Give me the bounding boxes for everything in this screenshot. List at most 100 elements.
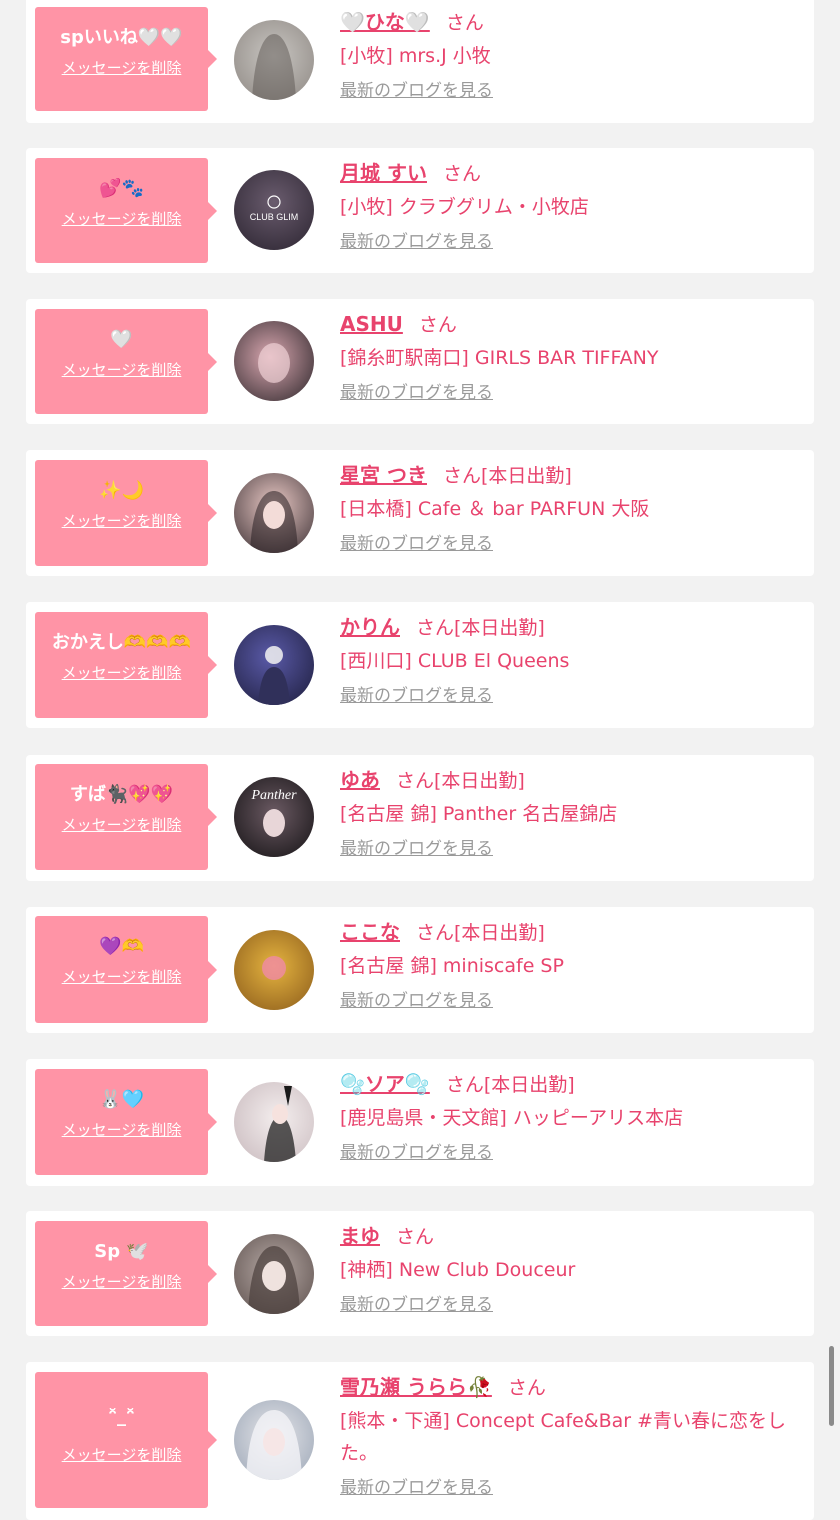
shop-label: [日本橋] Cafe ＆ bar PARFUN 大阪	[340, 498, 650, 520]
user-name-link[interactable]: 月城 すい	[340, 161, 427, 185]
user-name-link[interactable]: 🤍ひな🤍	[340, 10, 430, 34]
message-bubble: 💜🫶 メッセージを削除	[35, 916, 217, 1023]
shop-label: [名古屋 錦] Panther 名古屋錦店	[340, 803, 618, 825]
delete-message-link[interactable]: メッセージを削除	[35, 208, 208, 230]
shop-label: [神栖] New Club Douceur	[340, 1259, 576, 1281]
avatar[interactable]: Panther	[234, 777, 314, 857]
latest-blog-link[interactable]: 最新のブログを見る	[340, 1475, 800, 1501]
attendance-status: [本日出勤]	[483, 1074, 575, 1096]
info-block: 雪乃瀬 うらら🥀 さん [熊本・下通] Concept Cafe&Bar #青い春…	[340, 1369, 800, 1501]
info-block: ゆあ さん[本日出勤] [名古屋 錦] Panther 名古屋錦店 最新のブログを…	[340, 762, 800, 862]
message-card: すば🐈‍⬛💖💖 メッセージを削除 Panther ゆあ さん[本日出勤] [名古屋…	[26, 755, 814, 881]
info-block: 星宮 つき さん[本日出勤] [日本橋] Cafe ＆ bar PARFUN 大阪…	[340, 457, 800, 557]
info-block: 月城 すい さん [小牧] クラブグリム・小牧店 最新のブログを見る	[340, 155, 800, 255]
avatar[interactable]	[234, 625, 314, 705]
delete-message-link[interactable]: メッセージを削除	[35, 359, 208, 381]
message-text: すば🐈‍⬛💖💖	[69, 784, 174, 805]
delete-message-link[interactable]: メッセージを削除	[35, 1444, 208, 1466]
honorific-label: さん	[507, 1377, 546, 1399]
message-text: 💕🐾	[99, 178, 144, 199]
latest-blog-link[interactable]: 最新のブログを見る	[340, 1292, 800, 1318]
message-text: 💜🫶	[99, 936, 144, 957]
avatar[interactable]: CLUB GLIM	[234, 170, 314, 250]
user-name-link[interactable]: ASHU	[340, 312, 403, 336]
latest-blog-link[interactable]: 最新のブログを見る	[340, 836, 800, 862]
message-bubble: Sp 🕊️ メッセージを削除	[35, 1221, 217, 1326]
message-card: 💜🫶 メッセージを削除 ここな さん[本日出勤] [名古屋 錦] miniscaf…	[26, 907, 814, 1033]
avatar[interactable]	[234, 930, 314, 1010]
message-text: 🐰🩵	[99, 1089, 144, 1110]
shop-label: [西川口] CLUB El Queens	[340, 650, 570, 672]
attendance-status: [本日出勤]	[454, 617, 545, 639]
latest-blog-link[interactable]: 最新のブログを見る	[340, 531, 800, 557]
message-text: 🤍	[110, 329, 133, 350]
shop-label: [錦糸町駅南口] GIRLS BAR TIFFANY	[340, 347, 659, 369]
latest-blog-link[interactable]: 最新のブログを見る	[340, 683, 800, 709]
message-bubble: おかえし🫶🫶🫶 メッセージを削除	[35, 612, 217, 718]
message-text: ✨🌙	[99, 480, 144, 501]
message-text: おかえし🫶🫶🫶	[51, 632, 192, 653]
message-bubble: 🐰🩵 メッセージを削除	[35, 1069, 217, 1175]
latest-blog-link[interactable]: 最新のブログを見る	[340, 380, 800, 406]
attendance-status: [本日出勤]	[480, 465, 572, 487]
message-card: おかえし🫶🫶🫶 メッセージを削除 かりん さん[本日出勤] [西川口] CLUB …	[26, 602, 814, 728]
latest-blog-link[interactable]: 最新のブログを見る	[340, 988, 800, 1014]
shop-label: [名古屋 錦] miniscafe SP	[340, 955, 564, 977]
honorific-label: さん	[396, 1226, 435, 1248]
avatar[interactable]	[234, 321, 314, 401]
scrollbar-thumb[interactable]	[829, 1346, 834, 1426]
info-block: まゆ さん [神栖] New Club Douceur 最新のブログを見る	[340, 1218, 800, 1318]
message-card: spいいね🤍🤍 メッセージを削除 🤍ひな🤍 さん [小牧] mrs.J 小牧 最新…	[26, 0, 814, 123]
latest-blog-link[interactable]: 最新のブログを見る	[340, 78, 800, 104]
message-bubble: ᵔ̆_ᵔ̆ メッセージを削除	[35, 1372, 217, 1508]
user-name-link[interactable]: ここな	[340, 920, 400, 944]
avatar[interactable]	[234, 20, 314, 100]
info-block: ここな さん[本日出勤] [名古屋 錦] miniscafe SP 最新のブログを…	[340, 914, 800, 1014]
avatar[interactable]	[234, 1082, 314, 1162]
info-block: 🤍ひな🤍 さん [小牧] mrs.J 小牧 最新のブログを見る	[340, 4, 800, 104]
shop-label: [熊本・下通] Concept Cafe&Bar #青い春に恋をした。	[340, 1410, 787, 1464]
delete-message-link[interactable]: メッセージを削除	[35, 1119, 208, 1141]
message-text: Sp 🕊️	[94, 1241, 149, 1262]
info-block: ASHU さん [錦糸町駅南口] GIRLS BAR TIFFANY 最新のブログ…	[340, 306, 800, 406]
user-name-link[interactable]: 🫧ソア🫧	[340, 1072, 430, 1096]
user-name-link[interactable]: 星宮 つき	[340, 463, 427, 487]
user-name-link[interactable]: まゆ	[340, 1224, 380, 1248]
shop-label: [小牧] mrs.J 小牧	[340, 45, 491, 67]
info-block: 🫧ソア🫧 さん[本日出勤] [鹿児島県・天文館] ハッピーアリス本店 最新のブログ…	[340, 1066, 800, 1166]
delete-message-link[interactable]: メッセージを削除	[35, 814, 208, 836]
user-name-link[interactable]: かりん	[340, 615, 400, 639]
message-card: ✨🌙 メッセージを削除 星宮 つき さん[本日出勤] [日本橋] Cafe ＆ b…	[26, 450, 814, 576]
avatar-caption: Panther	[250, 788, 297, 803]
delete-message-link[interactable]: メッセージを削除	[35, 662, 208, 684]
message-card: ᵔ̆_ᵔ̆ メッセージを削除 雪乃瀬 うらら🥀 さん [熊本・下通] Concep…	[26, 1362, 814, 1520]
user-name-link[interactable]: 雪乃瀬 うらら🥀	[340, 1375, 492, 1399]
honorific-label: さん	[442, 465, 481, 487]
user-name-link[interactable]: ゆあ	[340, 768, 380, 792]
avatar[interactable]	[234, 1400, 314, 1480]
shop-label: [鹿児島県・天文館] ハッピーアリス本店	[340, 1107, 684, 1129]
honorific-label: さん	[445, 1074, 484, 1096]
avatar-caption: CLUB GLIM	[250, 212, 299, 222]
delete-message-link[interactable]: メッセージを削除	[35, 57, 208, 79]
message-card: 🐰🩵 メッセージを削除 🫧ソア🫧 さん[本日出勤] [鹿児島県・天文館] ハッピー…	[26, 1059, 814, 1186]
latest-blog-link[interactable]: 最新のブログを見る	[340, 229, 800, 255]
honorific-label: さん	[416, 617, 455, 639]
message-card: 💕🐾 メッセージを削除 CLUB GLIM 月城 すい さん [小牧] クラブグリ…	[26, 148, 814, 273]
avatar[interactable]	[234, 473, 314, 553]
delete-message-link[interactable]: メッセージを削除	[35, 1271, 208, 1293]
honorific-label: さん	[418, 314, 457, 336]
message-bubble: 💕🐾 メッセージを削除	[35, 158, 217, 263]
honorific-label: さん	[442, 163, 481, 185]
info-block: かりん さん[本日出勤] [西川口] CLUB El Queens 最新のブログを…	[340, 609, 800, 709]
latest-blog-link[interactable]: 最新のブログを見る	[340, 1140, 800, 1166]
avatar[interactable]	[234, 1234, 314, 1314]
delete-message-link[interactable]: メッセージを削除	[35, 966, 208, 988]
message-text: ᵔ̆_ᵔ̆	[108, 1406, 135, 1427]
message-card: Sp 🕊️ メッセージを削除 まゆ さん [神栖] New Club Douceu…	[26, 1211, 814, 1336]
honorific-label: さん	[445, 12, 484, 34]
honorific-label: さん	[396, 770, 435, 792]
shop-label: [小牧] クラブグリム・小牧店	[340, 196, 589, 218]
attendance-status: [本日出勤]	[454, 922, 545, 944]
delete-message-link[interactable]: メッセージを削除	[35, 510, 208, 532]
